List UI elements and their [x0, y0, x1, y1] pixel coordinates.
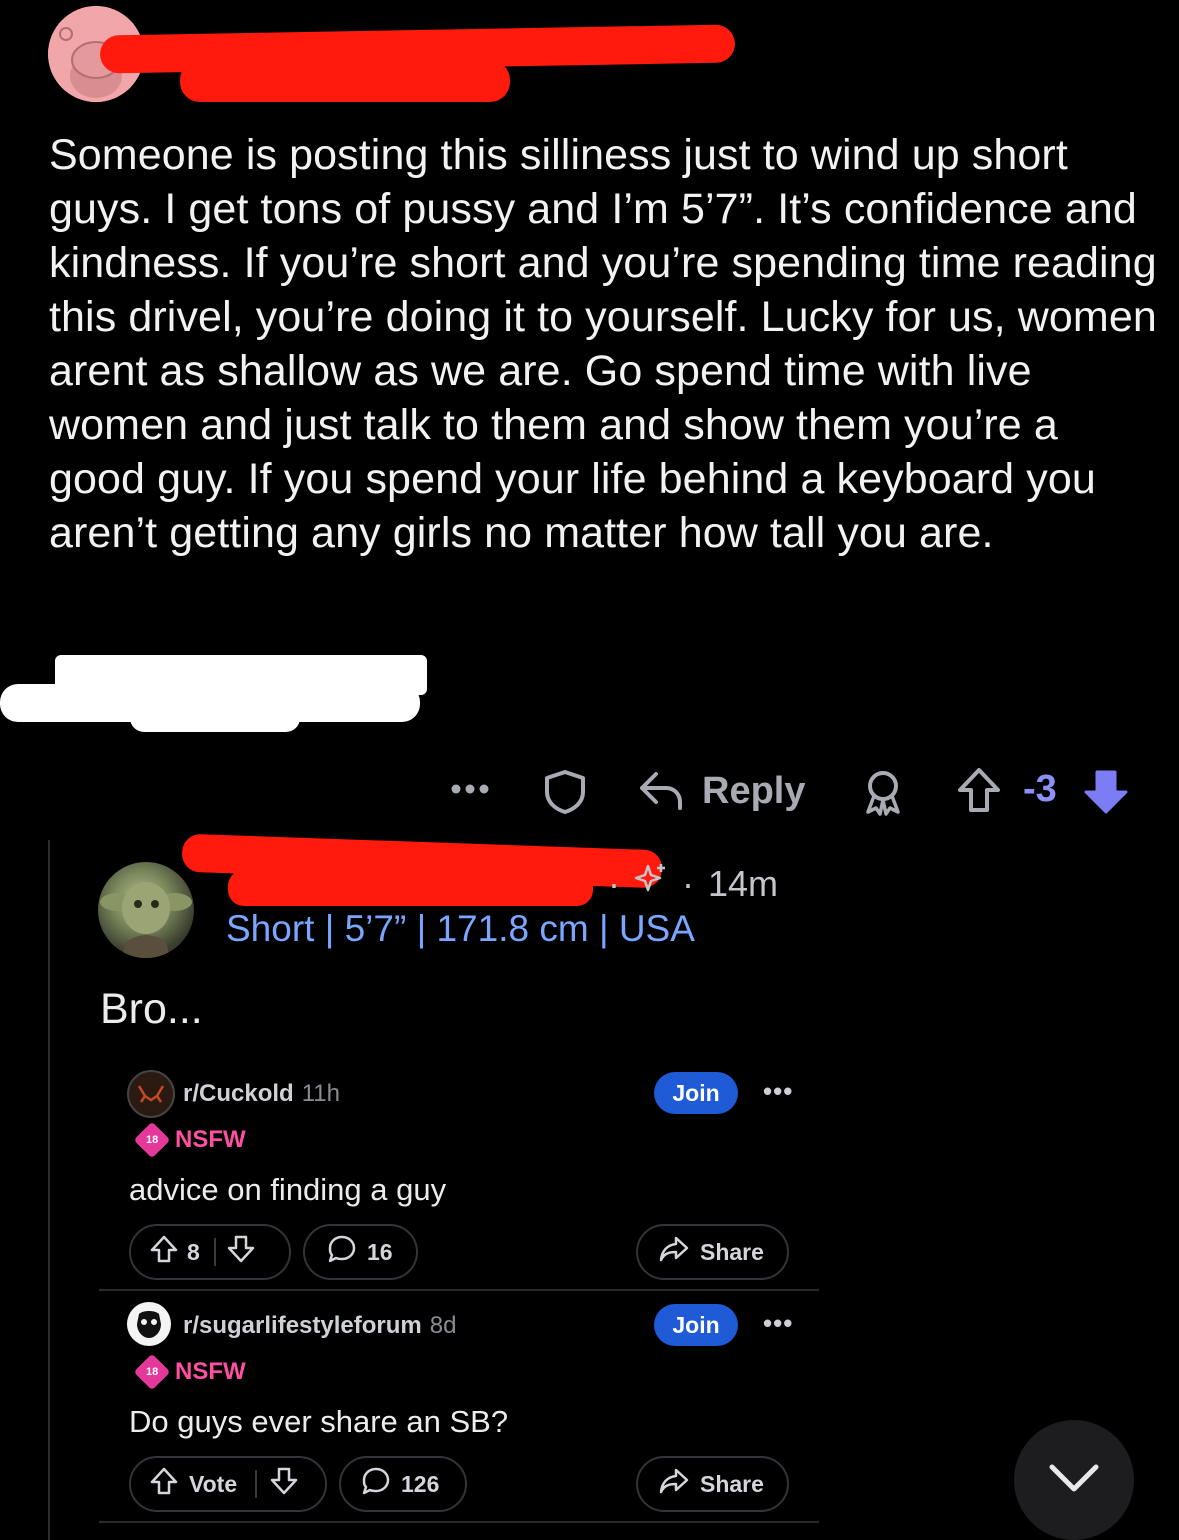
vote-pill: Vote [129, 1456, 327, 1512]
comment-count: 16 [367, 1238, 393, 1265]
join-button[interactable]: Join [654, 1072, 738, 1114]
upvote-icon[interactable] [149, 1234, 179, 1270]
award-button[interactable] [542, 768, 588, 821]
scroll-down-button[interactable] [1014, 1420, 1134, 1540]
post-more-icon[interactable]: ••• [763, 1308, 793, 1339]
upvote-button[interactable] [956, 766, 1002, 821]
meta-separator-2: · [682, 862, 694, 904]
embedded-post-card[interactable]: r/Cuckold 11h 18 NSFW Join ••• advice on … [99, 1062, 819, 1292]
comment-bubble-icon [361, 1466, 391, 1502]
downvote-icon[interactable] [226, 1234, 256, 1270]
post-time: 8d [429, 1312, 457, 1339]
username-redaction-2 [180, 60, 510, 102]
reply-label: Reply [702, 770, 806, 812]
nsfw-18-icon: 18 [133, 1353, 171, 1391]
card-divider [99, 1521, 819, 1523]
post-title[interactable]: Do guys ever share an SB? [129, 1404, 508, 1440]
reply-button[interactable]: Reply [638, 766, 805, 817]
share-label: Share [700, 1470, 764, 1497]
vote-count: 8 [187, 1238, 200, 1265]
join-button[interactable]: Join [654, 1304, 738, 1346]
reply-body: Bro... [100, 985, 203, 1033]
subreddit-icon [127, 1302, 171, 1346]
vote-divider [255, 1470, 258, 1498]
comments-button[interactable]: 16 [303, 1224, 418, 1280]
upvote-icon[interactable] [149, 1466, 179, 1502]
upvote-arrow-icon [956, 766, 1002, 821]
embedded-post-card[interactable]: r/sugarlifestyleforum 8d 18 NSFW Join •••… [99, 1294, 819, 1535]
share-button[interactable]: Share [636, 1224, 789, 1280]
card-divider [99, 1289, 819, 1291]
comment-body: Someone is posting this silliness just t… [49, 131, 1157, 557]
post-title[interactable]: advice on finding a guy [129, 1172, 446, 1208]
shield-icon [542, 768, 588, 821]
achievement-button[interactable] [860, 768, 906, 821]
chevron-down-icon [1046, 1461, 1102, 1500]
reply-time: 14m [708, 862, 779, 904]
comments-button[interactable]: 126 [339, 1456, 467, 1512]
meta-separator: · [608, 862, 620, 904]
nsfw-18-icon: 18 [133, 1121, 171, 1159]
share-icon [658, 1234, 690, 1270]
downvote-icon[interactable] [269, 1466, 299, 1502]
share-icon [658, 1466, 690, 1502]
text-redaction-3 [130, 700, 300, 732]
reply-username-redaction-2 [228, 870, 593, 906]
comment-action-bar: Reply -3 [440, 760, 1160, 824]
user-flair: Short | 5’7” | 171.8 cm | USA [226, 908, 695, 949]
downvote-arrow-icon [1082, 766, 1130, 821]
sparkle-icon [634, 862, 668, 905]
thread-line [48, 840, 50, 1540]
share-button[interactable]: Share [636, 1456, 789, 1512]
vote-pill: 8 [129, 1224, 291, 1280]
comment-bubble-icon [327, 1234, 357, 1270]
nsfw-tag: 18 NSFW [133, 1353, 246, 1391]
subreddit-name[interactable]: r/Cuckold 11h [183, 1080, 340, 1108]
reply-avatar[interactable] [98, 862, 194, 958]
subreddit-name[interactable]: r/sugarlifestyleforum 8d [183, 1312, 456, 1340]
more-options-button[interactable] [448, 774, 492, 809]
reply-meta: · · 14m [608, 862, 778, 905]
vote-label: Vote [189, 1470, 238, 1497]
downvote-button[interactable] [1082, 766, 1130, 821]
post-more-icon[interactable]: ••• [763, 1076, 793, 1107]
vote-score: -3 [1023, 768, 1057, 810]
nsfw-tag: 18 NSFW [133, 1121, 246, 1159]
subreddit-icon [127, 1070, 175, 1118]
share-label: Share [700, 1238, 764, 1265]
award-icon [860, 768, 906, 821]
more-horizontal-icon [448, 774, 492, 809]
reply-arrow-icon [638, 766, 684, 817]
post-time: 11h [301, 1080, 340, 1107]
comment-count: 126 [401, 1470, 440, 1497]
vote-divider [213, 1238, 216, 1266]
